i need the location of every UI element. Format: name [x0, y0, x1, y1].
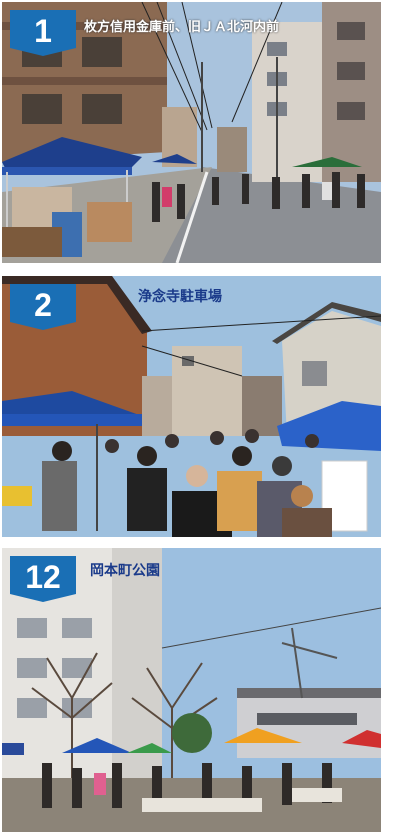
- location-caption: 浄念寺駐車場: [138, 289, 222, 305]
- badge-number: 12: [25, 559, 61, 595]
- badge-number: 2: [34, 287, 52, 323]
- badge-number: 1: [34, 13, 52, 49]
- number-badge-1: 1: [10, 10, 76, 56]
- number-badge-2: 2: [10, 284, 76, 330]
- photo-panel-2: 2 浄念寺駐車場: [2, 276, 381, 537]
- location-caption: 岡本町公園: [90, 563, 160, 579]
- location-caption: 枚方信用金庫前、旧ＪＡ北河内前: [84, 20, 280, 35]
- number-badge-12: 12: [10, 556, 76, 602]
- photo-panel-12: 12 岡本町公園: [2, 548, 381, 832]
- photo-panel-1: 1 枚方信用金庫前、旧ＪＡ北河内前: [2, 2, 381, 263]
